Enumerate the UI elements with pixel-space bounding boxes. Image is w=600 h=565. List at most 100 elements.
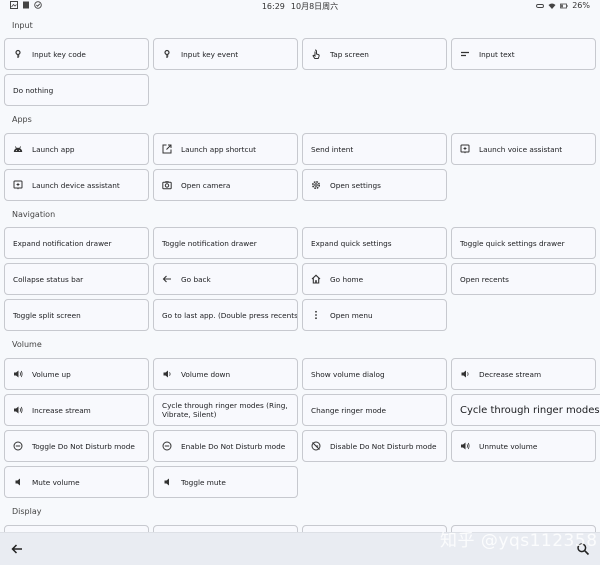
action-label: Cycle through ringer modes (Ring, Vibrat… [460, 404, 600, 416]
action-list[interactable]: Input Input key code Input key event Tap… [0, 12, 600, 532]
volume-up-icon [13, 405, 23, 415]
action-label: Volume up [32, 369, 71, 379]
action-input-key-event[interactable]: Input key event [153, 38, 298, 70]
action-label: Toggle split screen [13, 310, 81, 320]
action-label: Go home [330, 274, 364, 284]
watermark: 知乎 @yqs112358 [440, 531, 598, 551]
status-time: 16:29 [261, 2, 285, 11]
action-label: Collapse status bar [13, 274, 84, 284]
action-volume-down[interactable]: Volume down [153, 358, 298, 390]
key-icon [162, 49, 172, 59]
action-toggle-mute[interactable]: Toggle mute [153, 466, 298, 498]
battery-icon [560, 3, 568, 8]
status-system-icons: 26% [536, 1, 590, 10]
action-display-2[interactable] [153, 525, 298, 532]
action-launch-app-shortcut[interactable]: Launch app shortcut [153, 133, 298, 165]
action-unmute-volume[interactable]: Unmute volume [451, 430, 596, 462]
launch-icon [162, 144, 172, 154]
action-toggle-split-screen[interactable]: Toggle split screen [4, 299, 149, 331]
action-label: Input text [479, 49, 515, 59]
action-label: Increase stream [32, 405, 91, 415]
action-go-home[interactable]: Go home [302, 263, 447, 295]
action-display-3[interactable] [302, 525, 447, 532]
action-show-volume-dialog[interactable]: Show volume dialog [302, 358, 447, 390]
action-tap-screen[interactable]: Tap screen [302, 38, 447, 70]
section-title-display: Display [12, 507, 42, 516]
status-clock: 16:29 10月8日周六 [0, 1, 600, 12]
action-label: Launch device assistant [32, 180, 120, 190]
action-go-to-last-app[interactable]: Go to last app. (Double press recents) [153, 299, 298, 331]
action-toggle-quick-settings-drawer[interactable]: Toggle quick settings drawer [451, 227, 596, 259]
action-decrease-stream[interactable]: Decrease stream [451, 358, 596, 390]
action-open-settings[interactable]: Open settings [302, 169, 447, 201]
volume-mute-icon [13, 477, 23, 487]
action-label: Send intent [311, 144, 354, 154]
action-open-recents[interactable]: Open recents [451, 263, 596, 295]
action-volume-up[interactable]: Volume up [4, 358, 149, 390]
action-launch-device-assistant[interactable]: Launch device assistant [4, 169, 149, 201]
dnd-icon [162, 441, 172, 451]
action-open-menu[interactable]: Open menu [302, 299, 447, 331]
volume-down-icon [460, 369, 470, 379]
action-toggle-notification-drawer[interactable]: Toggle notification drawer [153, 227, 298, 259]
action-label: Launch app shortcut [181, 144, 257, 154]
action-expand-notification-drawer[interactable]: Expand notification drawer [4, 227, 149, 259]
dnd-off-icon [311, 441, 321, 451]
action-go-back[interactable]: Go back [153, 263, 298, 295]
home-icon [311, 274, 321, 284]
action-label: Launch app [32, 144, 75, 154]
status-date: 10月8日周六 [290, 2, 339, 11]
action-enable-dnd[interactable]: Enable Do Not Disturb mode [153, 430, 298, 462]
action-disable-dnd[interactable]: Disable Do Not Disturb mode [302, 430, 447, 462]
action-label: Enable Do Not Disturb mode [181, 441, 286, 451]
back-arrow-icon [162, 274, 172, 284]
section-title-input: Input [12, 21, 33, 30]
back-arrow-icon[interactable] [10, 542, 24, 556]
settings-icon [311, 180, 321, 190]
more-vert-icon [311, 310, 321, 320]
action-label: Volume down [181, 369, 231, 379]
action-label: Toggle quick settings drawer [460, 238, 565, 248]
action-display-1[interactable] [4, 525, 149, 532]
assistant-icon [460, 144, 470, 154]
touch-icon [311, 49, 321, 59]
action-label: Input key event [181, 49, 239, 59]
action-toggle-dnd[interactable]: Toggle Do Not Disturb mode [4, 430, 149, 462]
wifi-icon [548, 3, 556, 9]
action-collapse-status-bar[interactable]: Collapse status bar [4, 263, 149, 295]
section-title-navigation: Navigation [12, 210, 56, 219]
action-cycle-ringer-modes-large[interactable]: Cycle through ringer modes (Ring, Vibrat… [451, 394, 600, 426]
action-label: Unmute volume [479, 441, 538, 451]
action-label: Open camera [181, 180, 231, 190]
action-label: Tap screen [330, 49, 369, 59]
text-icon [460, 49, 470, 59]
action-input-text[interactable]: Input text [451, 38, 596, 70]
volume-mute-icon [162, 477, 172, 487]
action-label: Open recents [460, 274, 509, 284]
section-title-volume: Volume [12, 340, 42, 349]
action-change-ringer-mode[interactable]: Change ringer mode [302, 394, 447, 426]
action-label: Expand quick settings [311, 238, 392, 248]
action-send-intent[interactable]: Send intent [302, 133, 447, 165]
battery-percent: 26% [572, 1, 590, 10]
action-increase-stream[interactable]: Increase stream [4, 394, 149, 426]
volume-up-icon [460, 441, 470, 451]
action-open-camera[interactable]: Open camera [153, 169, 298, 201]
action-input-key-code[interactable]: Input key code [4, 38, 149, 70]
action-label: Launch voice assistant [479, 144, 563, 154]
action-mute-volume[interactable]: Mute volume [4, 466, 149, 498]
key-icon [13, 49, 23, 59]
action-expand-quick-settings[interactable]: Expand quick settings [302, 227, 447, 259]
action-label: Show volume dialog [311, 369, 385, 379]
action-label: Toggle notification drawer [162, 238, 257, 248]
section-title-apps: Apps [12, 115, 32, 124]
action-launch-app[interactable]: Launch app [4, 133, 149, 165]
volume-down-icon [162, 369, 172, 379]
action-label: Open menu [330, 310, 373, 320]
action-do-nothing[interactable]: Do nothing [4, 74, 149, 106]
camera-icon [162, 180, 172, 190]
action-launch-voice-assistant[interactable]: Launch voice assistant [451, 133, 596, 165]
action-cycle-ringer-modes[interactable]: Cycle through ringer modes (Ring, Vibrat… [153, 394, 298, 426]
action-label: Toggle Do Not Disturb mode [32, 441, 135, 451]
volume-up-icon [13, 369, 23, 379]
